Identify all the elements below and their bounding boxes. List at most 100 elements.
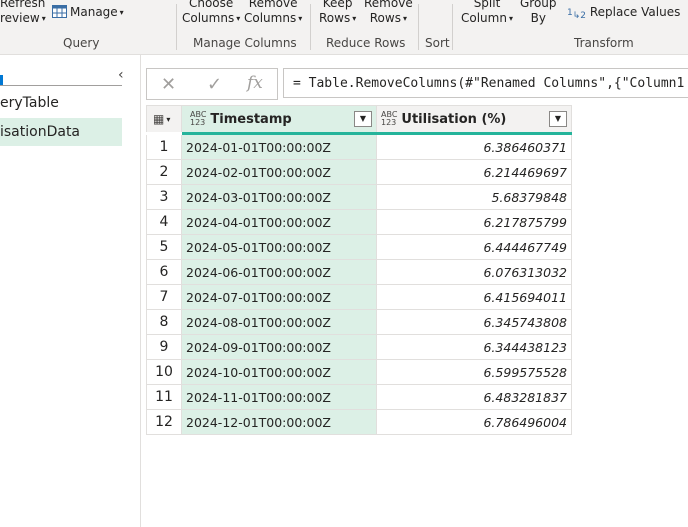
table-row: 5 2024-05-01T00:00:00Z 6.444467749 <box>146 234 572 260</box>
utilisation-cell[interactable]: 6.386460371 <box>376 133 572 160</box>
keep-rows-button[interactable]: Keep Rows ▾ <box>319 0 356 26</box>
table-menu-button[interactable]: ▦ ▾ <box>146 105 182 135</box>
table-row: 11 2024-11-01T00:00:00Z 6.483281837 <box>146 384 572 410</box>
group-label-reduce-rows: Reduce Rows <box>326 36 406 50</box>
queries-pane-header-accent <box>0 75 3 85</box>
queries-pane: ‹ eryTable isationData <box>0 55 141 527</box>
table-icon <box>52 5 67 18</box>
group-label-sort: Sort <box>425 36 450 50</box>
utilisation-cell[interactable]: 6.599575528 <box>376 359 572 385</box>
chevron-down-icon: ▾ <box>166 115 171 124</box>
timestamp-cell[interactable]: 2024-04-01T00:00:00Z <box>181 209 377 235</box>
manage-button[interactable]: Manage ▾ <box>52 5 124 20</box>
query-item[interactable]: eryTable <box>0 95 59 111</box>
split-column-button[interactable]: Split Column ▾ <box>461 0 513 26</box>
manage-label: Manage <box>70 5 118 19</box>
chevron-down-icon: ▾ <box>402 14 407 23</box>
group-line2: By <box>530 11 546 25</box>
table-row: 3 2024-03-01T00:00:00Z 5.68379848 <box>146 184 572 210</box>
chevron-down-icon: ▾ <box>298 14 303 23</box>
table-row: 6 2024-06-01T00:00:00Z 6.076313032 <box>146 259 572 285</box>
ribbon-separator <box>452 4 453 50</box>
commit-icon[interactable]: ✓ <box>207 74 222 95</box>
formula-input[interactable]: = Table.RemoveColumns(#"Renamed Columns"… <box>283 68 688 98</box>
formula-bar-icons: ✕ ✓ fx <box>146 68 278 100</box>
chevron-down-icon: ▾ <box>41 14 46 23</box>
remove-cols-line2: Columns <box>244 11 297 25</box>
ribbon-separator <box>176 4 177 50</box>
row-number: 11 <box>146 384 182 410</box>
remove-rows-button[interactable]: Remove Rows ▾ <box>364 0 413 26</box>
type-badge-bottom: 123 <box>190 118 206 128</box>
row-number: 12 <box>146 409 182 435</box>
table-icon: ▦ <box>153 112 165 126</box>
collapse-pane-chevron-icon[interactable]: ‹ <box>118 67 124 83</box>
refresh-line1: Refresh <box>0 0 46 10</box>
row-number: 1 <box>146 133 182 160</box>
column-header-label: Timestamp <box>210 111 292 127</box>
timestamp-cell[interactable]: 2024-01-01T00:00:00Z <box>181 133 377 160</box>
chevron-down-icon: ▾ <box>352 14 357 23</box>
timestamp-cell[interactable]: 2024-10-01T00:00:00Z <box>181 359 377 385</box>
timestamp-cell[interactable]: 2024-07-01T00:00:00Z <box>181 284 377 310</box>
row-number: 6 <box>146 259 182 285</box>
row-number: 10 <box>146 359 182 385</box>
column-filter-dropdown-icon[interactable]: ▼ <box>549 111 567 127</box>
column-header-utilisation[interactable]: ABC 123 Utilisation (%) ▼ <box>376 105 572 135</box>
utilisation-cell[interactable]: 6.076313032 <box>376 259 572 285</box>
replace-values-label: Replace Values <box>589 5 681 19</box>
timestamp-cell[interactable]: 2024-03-01T00:00:00Z <box>181 184 377 210</box>
timestamp-cell[interactable]: 2024-11-01T00:00:00Z <box>181 384 377 410</box>
group-by-button[interactable]: Group By <box>520 0 557 26</box>
utilisation-cell[interactable]: 6.415694011 <box>376 284 572 310</box>
column-header-timestamp[interactable]: ABC 123 Timestamp ▼ <box>181 105 377 135</box>
row-number: 5 <box>146 234 182 260</box>
utilisation-cell[interactable]: 6.344438123 <box>376 334 572 360</box>
utilisation-cell[interactable]: 5.68379848 <box>376 184 572 210</box>
row-number: 7 <box>146 284 182 310</box>
timestamp-cell[interactable]: 2024-05-01T00:00:00Z <box>181 234 377 260</box>
remove-rows-line1: Remove <box>364 0 413 10</box>
type-badge-bottom: 123 <box>381 118 397 128</box>
utilisation-cell[interactable]: 6.217875799 <box>376 209 572 235</box>
timestamp-cell[interactable]: 2024-08-01T00:00:00Z <box>181 309 377 335</box>
table-row: 1 2024-01-01T00:00:00Z 6.386460371 <box>146 133 572 160</box>
table-row: 10 2024-10-01T00:00:00Z 6.599575528 <box>146 359 572 385</box>
group-label-transform: Transform <box>574 36 634 50</box>
row-number: 3 <box>146 184 182 210</box>
utilisation-cell[interactable]: 6.444467749 <box>376 234 572 260</box>
refresh-preview-button[interactable]: Refresh review ▾ <box>0 0 46 26</box>
table-row: 4 2024-04-01T00:00:00Z 6.217875799 <box>146 209 572 235</box>
query-item-selected[interactable]: isationData <box>0 118 122 146</box>
utilisation-cell[interactable]: 6.214469697 <box>376 159 572 185</box>
keep-line1: Keep <box>322 0 353 10</box>
column-header-label: Utilisation (%) <box>401 111 507 127</box>
cancel-icon[interactable]: ✕ <box>161 74 176 95</box>
remove-rows-line2: Rows <box>369 11 401 25</box>
split-line1: Split <box>473 0 501 10</box>
remove-columns-button[interactable]: Remove Columns ▾ <box>244 0 302 26</box>
keep-line2: Rows <box>319 11 351 25</box>
timestamp-cell[interactable]: 2024-09-01T00:00:00Z <box>181 334 377 360</box>
ribbon: Refresh review ▾ Manage ▾ Query Choose Col… <box>0 0 688 55</box>
ribbon-separator <box>418 4 419 50</box>
row-number: 9 <box>146 334 182 360</box>
utilisation-cell[interactable]: 6.483281837 <box>376 384 572 410</box>
timestamp-cell[interactable]: 2024-06-01T00:00:00Z <box>181 259 377 285</box>
timestamp-cell[interactable]: 2024-12-01T00:00:00Z <box>181 409 377 435</box>
data-grid: ▦ ▾ ABC 123 Timestamp ▼ ABC 123 Utilisation (… <box>146 105 572 435</box>
chevron-down-icon: ▾ <box>236 14 241 23</box>
choose-line2: Columns <box>182 11 235 25</box>
remove-cols-line1: Remove <box>248 0 298 10</box>
replace-values-button[interactable]: 1↳2 Replace Values <box>567 5 680 24</box>
chevron-down-icon: ▾ <box>119 8 124 17</box>
refresh-line2: review <box>0 11 40 25</box>
type-any-icon: ABC 123 <box>381 111 397 127</box>
queries-pane-divider <box>0 85 122 86</box>
utilisation-cell[interactable]: 6.786496004 <box>376 409 572 435</box>
choose-columns-button[interactable]: Choose Columns ▾ <box>182 0 240 26</box>
utilisation-cell[interactable]: 6.345743808 <box>376 309 572 335</box>
fx-icon[interactable]: fx <box>247 73 263 93</box>
column-filter-dropdown-icon[interactable]: ▼ <box>354 111 372 127</box>
timestamp-cell[interactable]: 2024-02-01T00:00:00Z <box>181 159 377 185</box>
